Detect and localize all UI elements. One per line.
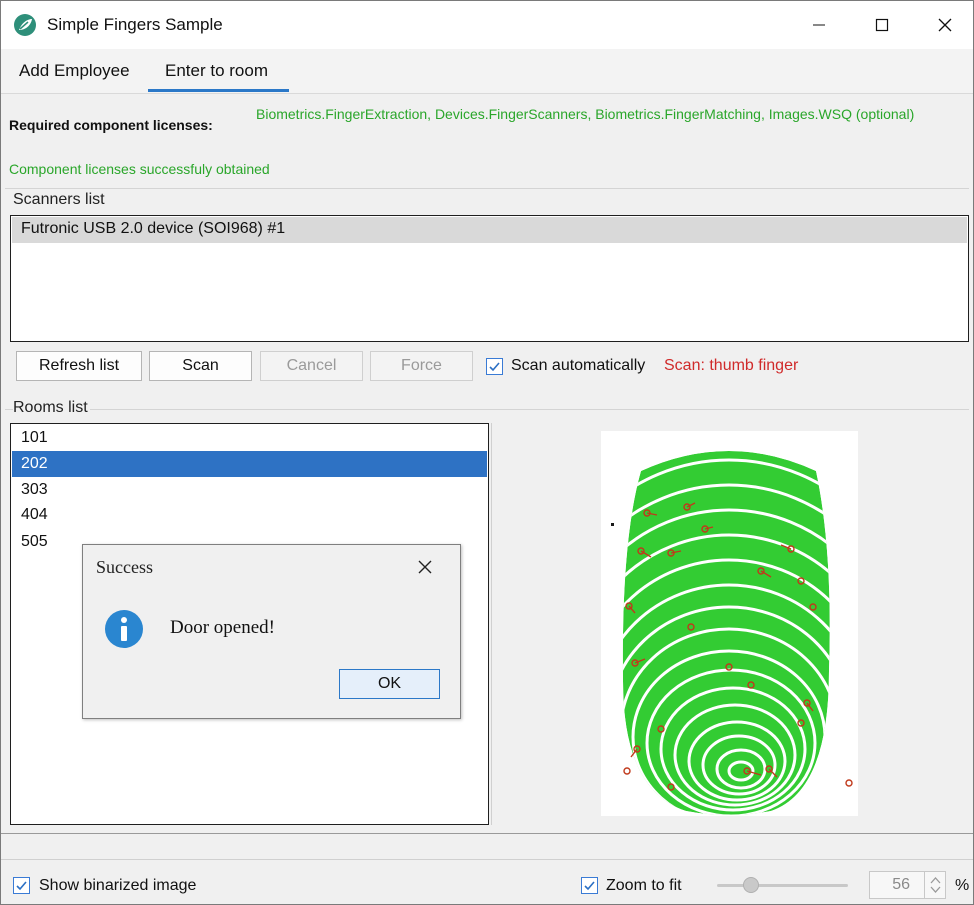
maximize-icon <box>875 18 889 32</box>
minimize-icon <box>813 24 825 26</box>
zoom-to-fit-label: Zoom to fit <box>606 877 682 894</box>
app-leaf-icon <box>14 14 36 36</box>
room-label: 303 <box>21 481 48 498</box>
room-label: 505 <box>21 533 48 550</box>
scanners-group-border <box>5 188 969 189</box>
dialog-title: Success <box>96 557 153 577</box>
checkmark-icon <box>16 881 27 891</box>
licenses-list: Biometrics.FingerExtraction, Devices.Fin… <box>256 106 915 122</box>
zoom-slider-track[interactable] <box>717 884 848 887</box>
tab-bar: Add Employee Enter to room <box>1 49 973 94</box>
active-tab-indicator <box>148 89 289 92</box>
zoom-unit: % <box>955 877 970 894</box>
minimize-button[interactable] <box>795 7 843 43</box>
spin-arrows-icon <box>930 877 941 893</box>
room-label: 101 <box>21 429 48 446</box>
window-title: Simple Fingers Sample <box>47 15 223 34</box>
scanner-item-label: Futronic USB 2.0 device (SOI968) #1 <box>21 220 286 237</box>
success-dialog: Success Door opened! OK <box>82 544 461 719</box>
room-list-item[interactable]: 404 <box>12 502 487 528</box>
zoom-value: 56 <box>892 876 910 893</box>
rooms-group-border <box>5 409 969 410</box>
cancel-button[interactable]: Cancel <box>260 351 363 381</box>
zoom-to-fit-checkbox[interactable] <box>581 877 598 894</box>
checkmark-icon <box>584 881 595 891</box>
room-list-item[interactable]: 101 <box>12 425 487 451</box>
rooms-group-title: Rooms list <box>13 399 90 417</box>
dialog-close-icon[interactable] <box>415 557 435 577</box>
show-binarized-checkbox[interactable] <box>13 877 30 894</box>
scan-automatically-label: Scan automatically <box>511 357 646 374</box>
fingerprint-image <box>601 431 858 816</box>
room-list-item-selected[interactable]: 202 <box>12 451 487 477</box>
scan-button[interactable]: Scan <box>149 351 252 381</box>
title-bar: Simple Fingers Sample <box>1 1 973 49</box>
fingerprint-graphic <box>611 451 853 815</box>
zoom-spin-buttons[interactable] <box>924 872 946 898</box>
force-button[interactable]: Force <box>370 351 473 381</box>
close-icon <box>938 18 952 32</box>
scanners-list[interactable]: Futronic USB 2.0 device (SOI968) #1 <box>10 215 969 342</box>
scan-automatically-checkbox[interactable] <box>486 358 503 375</box>
ok-button[interactable]: OK <box>339 669 440 699</box>
close-button[interactable] <box>921 7 969 43</box>
scan-hint: Scan: thumb finger <box>664 357 799 374</box>
dialog-message: Door opened! <box>170 617 275 638</box>
refresh-list-button[interactable]: Refresh list <box>16 351 142 381</box>
room-list-item[interactable]: 303 <box>12 477 487 503</box>
zoom-spinbox[interactable]: 56 <box>869 871 946 899</box>
licenses-label: Required component licenses: <box>9 117 213 133</box>
zoom-slider-thumb[interactable] <box>743 877 759 893</box>
tab-add-employee[interactable]: Add Employee <box>19 61 130 81</box>
checkmark-icon <box>489 362 500 372</box>
bottom-separator <box>1 833 973 834</box>
tab-enter-to-room[interactable]: Enter to room <box>165 61 268 81</box>
status-separator <box>1 859 973 860</box>
app-window: Simple Fingers Sample Add Employee Enter… <box>0 0 974 905</box>
scanner-list-item[interactable]: Futronic USB 2.0 device (SOI968) #1 <box>12 217 967 243</box>
room-label: 202 <box>21 455 48 472</box>
room-label: 404 <box>21 506 48 523</box>
maximize-button[interactable] <box>858 7 906 43</box>
scanners-group-title: Scanners list <box>13 191 107 209</box>
licenses-status: Component licenses successfuly obtained <box>9 161 270 177</box>
show-binarized-label: Show binarized image <box>39 877 197 894</box>
info-icon <box>105 610 143 648</box>
